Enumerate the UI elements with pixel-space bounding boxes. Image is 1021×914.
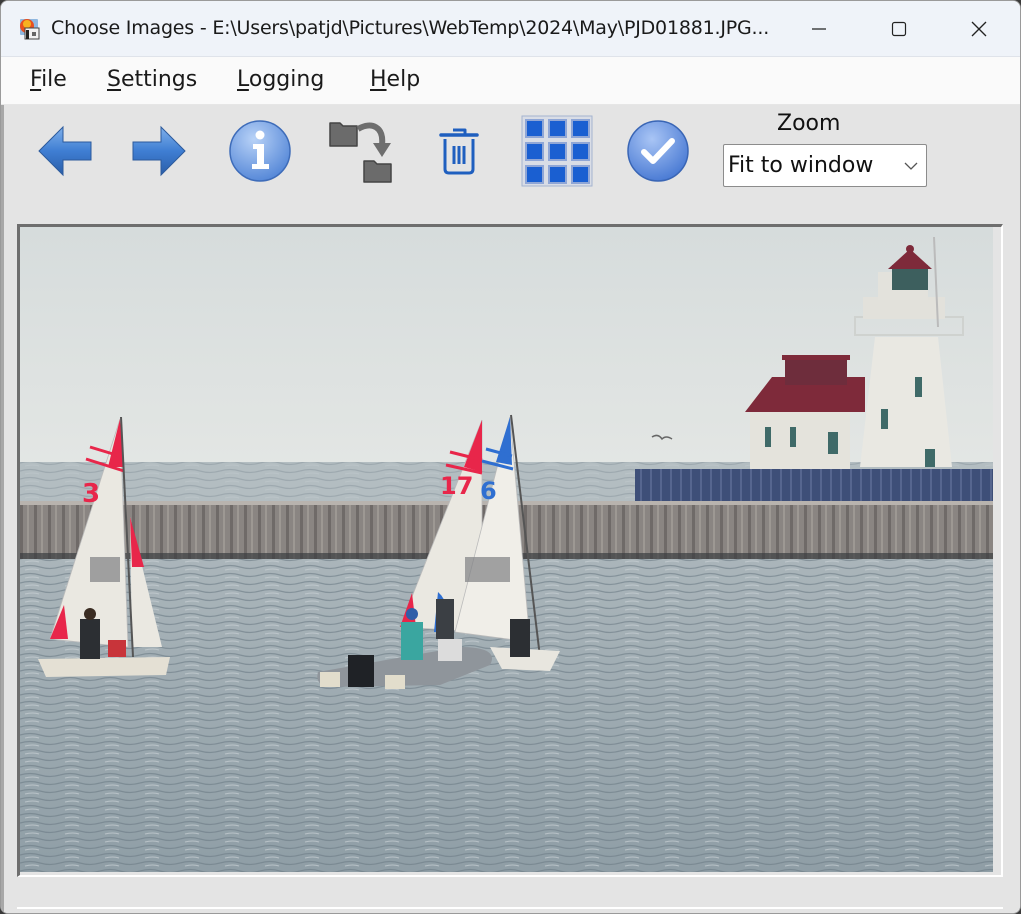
- close-icon: [971, 21, 987, 36]
- image-preview[interactable]: 3 17 6: [20, 227, 993, 872]
- zoom-select-value: Fit to window: [728, 153, 874, 178]
- window-title: Choose Images - E:\Users\patjd\Pictures\…: [51, 17, 770, 39]
- previous-image-button[interactable]: [35, 119, 95, 183]
- svg-text:17: 17: [440, 472, 473, 500]
- folder-move-icon: [329, 122, 392, 183]
- menu-file-label: ile: [41, 67, 67, 92]
- thumbnail-grid-button[interactable]: [519, 113, 595, 189]
- menu-logging-label: ogging: [248, 67, 325, 92]
- menu-help-label: elp: [386, 67, 421, 92]
- svg-text:6: 6: [480, 477, 497, 505]
- menu-logging-mnemonic: L: [237, 67, 249, 92]
- maximize-button[interactable]: [859, 1, 939, 56]
- menu-settings-label: ettings: [120, 67, 198, 92]
- menu-settings[interactable]: Settings: [107, 67, 197, 92]
- zoom-label: Zoom: [777, 111, 841, 136]
- blue-wall: [635, 469, 993, 502]
- frame-bottom-edge: [17, 907, 1003, 909]
- menu-file[interactable]: File: [30, 67, 67, 92]
- next-image-button[interactable]: [129, 119, 189, 183]
- svg-text:3: 3: [82, 479, 100, 509]
- move-to-folder-button[interactable]: [325, 115, 397, 185]
- grid-icon: [521, 115, 593, 187]
- arrow-right-icon: [132, 125, 186, 177]
- minimize-button[interactable]: [779, 1, 859, 56]
- arrow-left-icon: [38, 125, 92, 177]
- chevron-down-icon: [904, 162, 918, 170]
- menu-logging[interactable]: Logging: [237, 67, 324, 92]
- accept-selection-button[interactable]: [625, 119, 691, 183]
- menu-file-mnemonic: F: [30, 67, 42, 92]
- minimize-icon: [812, 27, 826, 30]
- menu-settings-mnemonic: S: [107, 67, 121, 92]
- photo-scene: 3 17 6: [20, 227, 993, 872]
- app-window: Choose Images - E:\Users\patjd\Pictures\…: [0, 0, 1021, 914]
- image-info-button[interactable]: [227, 119, 293, 183]
- checkmark-icon: [627, 120, 689, 182]
- title-bar[interactable]: Choose Images - E:\Users\patjd\Pictures\…: [1, 1, 1020, 57]
- house-photo-icon: [18, 16, 42, 40]
- info-icon: [229, 120, 291, 182]
- close-button[interactable]: [939, 1, 1019, 56]
- menu-help-mnemonic: H: [370, 67, 387, 92]
- trash-icon: [439, 128, 479, 175]
- zoom-select[interactable]: Fit to window: [723, 144, 927, 187]
- delete-image-button[interactable]: [433, 121, 485, 181]
- menu-help[interactable]: Help: [370, 67, 420, 92]
- maximize-icon: [891, 21, 907, 36]
- menu-bar: File Settings Logging Help: [1, 57, 1020, 105]
